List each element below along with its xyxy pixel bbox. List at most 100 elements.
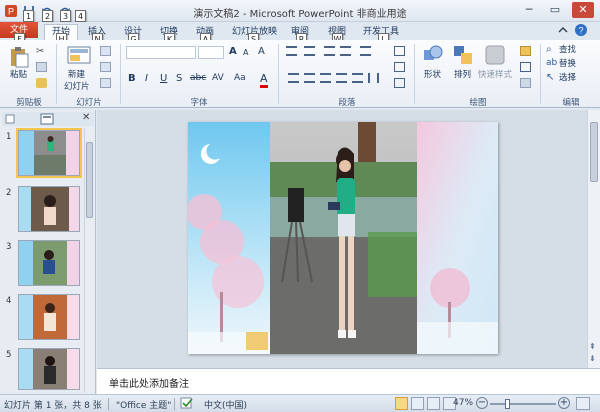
new-slide-label: 幻灯片 [64,82,90,92]
select-icon[interactable]: ↖ [546,72,557,83]
zoom-in-icon[interactable]: + [558,397,570,409]
slide-thumbnail-4[interactable] [18,294,80,340]
slide-image [188,122,498,354]
align-text-icon[interactable] [394,62,405,72]
reset-icon[interactable] [100,62,111,72]
keytip-quick-4: 4 [75,10,86,22]
align-center-icon[interactable] [304,73,315,83]
close-pane-icon[interactable]: ✕ [82,112,90,123]
shrink-font-button[interactable]: A [243,48,248,57]
shape-fill-icon[interactable] [520,46,531,56]
minimize-button[interactable]: ─ [518,2,540,18]
numbering-icon[interactable] [304,46,315,56]
char-spacing-button[interactable]: AV [212,73,224,83]
arrange-icon[interactable] [452,44,474,66]
replace-button[interactable]: 替换 [559,57,576,69]
align-right-icon[interactable] [320,73,331,83]
bullets-icon[interactable] [286,46,297,56]
clear-format-button[interactable]: A [258,46,265,57]
copy-icon[interactable] [36,62,47,72]
shapes-icon[interactable] [422,44,444,66]
italic-button[interactable]: I [145,73,148,84]
increase-indent-icon[interactable] [340,46,351,56]
reading-view-icon[interactable] [427,397,440,410]
find-button[interactable]: 查找 [559,43,576,55]
maximize-button[interactable]: ▭ [544,2,566,18]
outline-tab-icon[interactable] [4,113,16,125]
find-icon[interactable]: ⌕ [546,44,557,55]
scrollbar-thumb[interactable] [86,142,93,218]
slide-thumbnail-1[interactable] [16,128,82,178]
paste-button[interactable]: 粘贴 [10,68,27,80]
chevron-up-icon[interactable] [557,24,569,36]
section-icon[interactable] [100,78,111,88]
layout-icon[interactable] [100,46,111,56]
text-direction-icon[interactable] [394,46,405,56]
shape-outline-icon[interactable] [520,62,531,72]
slide-canvas[interactable] [188,122,498,354]
zoom-level[interactable]: 47% [453,398,473,408]
arrange-button[interactable]: 排列 [454,68,471,80]
theme-name: "Office 主题" [116,401,172,411]
smartart-icon[interactable] [394,78,405,88]
normal-view-icon[interactable] [395,397,408,410]
columns-icon[interactable] [368,73,379,83]
thumb-number: 4 [6,296,12,306]
line-spacing-icon[interactable] [360,46,371,56]
close-button[interactable]: ✕ [572,2,594,18]
select-button[interactable]: 选择 [559,71,576,83]
slide-1-preview [19,131,79,175]
svg-text:?: ? [578,26,583,36]
fit-slide-icon[interactable] [576,397,590,410]
slide-thumbnail-2[interactable] [18,186,80,232]
slide-thumbnail-5[interactable] [18,348,80,390]
slide-count: 幻灯片 第 1 张，共 8 张 [4,401,102,411]
underline-button[interactable]: U [160,73,167,84]
font-color-button[interactable]: A [260,72,268,88]
bold-button[interactable]: B [128,73,136,84]
distributed-icon[interactable] [352,73,363,83]
paste-icon[interactable] [8,46,30,68]
separator [108,398,109,410]
separator [414,44,415,104]
shadow-button[interactable]: S [176,73,182,84]
slide-scrollbar[interactable]: ⇞ ⇟ [587,110,600,368]
slide-sorter-icon[interactable] [411,397,424,410]
font-family-select[interactable] [126,46,196,59]
align-left-icon[interactable] [288,73,299,83]
separator [174,398,175,410]
scrollbar-thumb[interactable] [590,122,598,182]
new-slide-icon[interactable] [66,44,92,66]
font-size-select[interactable] [198,46,224,59]
change-case-button[interactable]: Aa [234,73,246,83]
zoom-slider[interactable] [490,403,556,405]
zoom-slider-thumb[interactable] [505,399,510,409]
strikethrough-button[interactable]: abc [190,73,206,83]
slides-tab-icon[interactable] [40,113,54,125]
zoom-out-icon[interactable]: − [476,397,488,409]
slides-pane-scrollbar[interactable] [84,128,94,392]
spellcheck-icon[interactable] [180,397,194,410]
cut-icon[interactable]: ✂ [36,46,47,57]
help-icon[interactable]: ? [574,23,588,37]
justify-icon[interactable] [336,73,347,83]
separator [540,44,541,104]
replace-icon[interactable]: ab [546,58,557,68]
quick-styles-button[interactable]: 快速样式 [478,68,512,80]
slide-thumbnail-3[interactable] [18,240,80,286]
grow-font-button[interactable]: A [229,46,237,57]
quick-styles-icon[interactable] [484,44,506,66]
next-slide-icon[interactable]: ⇟ [589,354,596,363]
slide-3-preview [19,241,79,285]
new-slide-button[interactable]: 新建 [68,68,85,80]
decrease-indent-icon[interactable] [324,46,335,56]
ribbon: 粘贴 ✂ 剪贴板 新建 幻灯片 幻灯片 A A A B I U S abc AV… [0,40,600,108]
shapes-button[interactable]: 形状 [424,68,441,80]
separator [120,44,121,104]
language-status[interactable]: 中文(中国) [204,398,247,411]
prev-slide-icon[interactable]: ⇞ [589,342,596,351]
shape-effects-icon[interactable] [520,78,531,88]
slide-4-preview [19,295,79,339]
notes-pane[interactable]: 单击此处添加备注 [97,368,600,394]
format-painter-icon[interactable] [36,78,47,88]
